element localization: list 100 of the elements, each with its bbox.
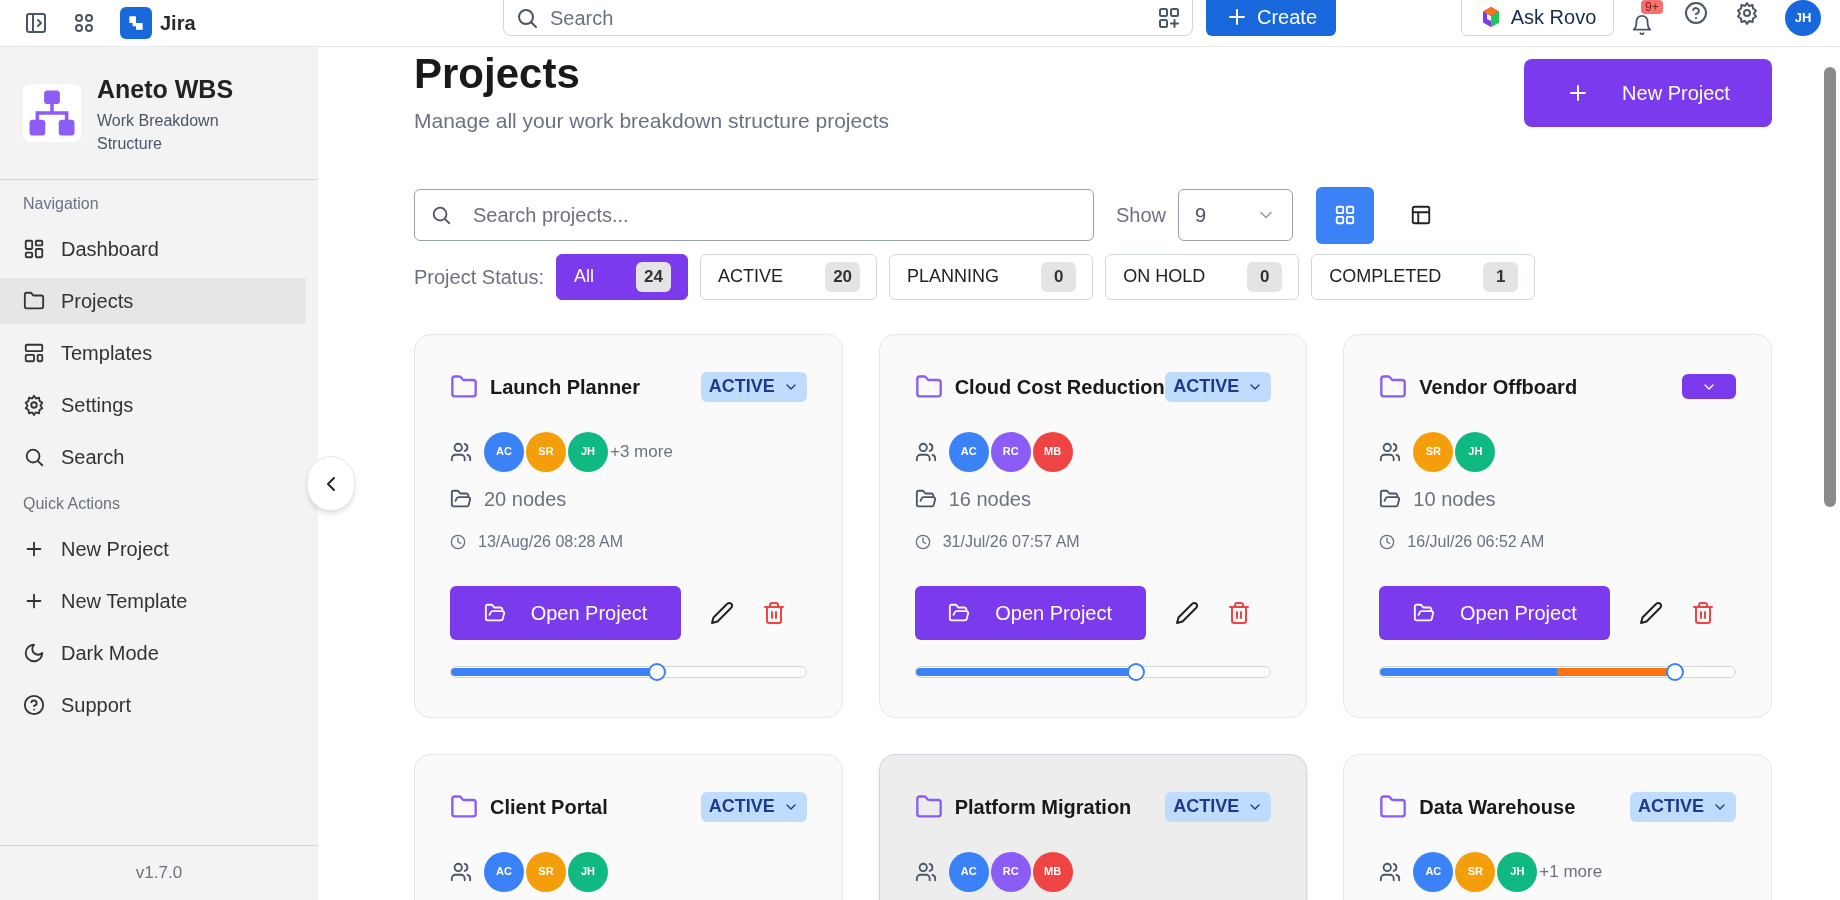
grid-view-toggle[interactable] bbox=[1316, 186, 1375, 244]
node-count: 20 nodes bbox=[484, 486, 567, 512]
folder-icon bbox=[1412, 601, 1435, 624]
search-icon bbox=[23, 446, 45, 468]
status-filter-chip[interactable]: COMPLETED 1 bbox=[1311, 253, 1536, 300]
status-filter-chip[interactable]: ON HOLD 0 bbox=[1105, 253, 1300, 300]
sidebar-item[interactable]: Dashboard bbox=[0, 226, 306, 272]
page-subtitle: Manage all your work breakdown structure projects bbox=[414, 108, 890, 134]
more-members-label: +3 more bbox=[610, 440, 673, 463]
ask-rovo-button[interactable]: Ask Rovo bbox=[1461, 0, 1614, 36]
sidebar-item[interactable]: Settings bbox=[0, 382, 306, 428]
users-icon bbox=[450, 440, 472, 463]
open-project-button[interactable]: Open Project bbox=[914, 585, 1146, 640]
table-icon bbox=[1410, 204, 1433, 226]
folder-icon bbox=[1379, 372, 1408, 401]
member-avatar: JH bbox=[568, 851, 608, 892]
clock-icon bbox=[1379, 533, 1396, 550]
search-field[interactable]: Search bbox=[503, 0, 1193, 36]
slider-thumb[interactable] bbox=[1126, 662, 1145, 681]
app-name: Jira bbox=[160, 11, 196, 36]
status-filter-chip[interactable]: ACTIVE 20 bbox=[700, 253, 878, 300]
count-badge: 20 bbox=[825, 261, 861, 292]
sidebar-item[interactable]: Projects bbox=[0, 278, 306, 324]
notification-badge: 9+ bbox=[1641, 0, 1663, 14]
create-button[interactable]: Create bbox=[1206, 0, 1336, 36]
trash-icon bbox=[1226, 600, 1251, 625]
slider-thumb[interactable] bbox=[647, 662, 666, 681]
project-name: Vendor Offboard bbox=[1419, 374, 1578, 400]
users-icon bbox=[914, 440, 937, 463]
pencil-icon bbox=[710, 600, 734, 625]
moon-icon bbox=[23, 642, 45, 664]
brand-subtitle: Work Breakdown Structure bbox=[97, 110, 220, 154]
sidebar-item[interactable]: New Project bbox=[0, 526, 306, 572]
user-avatar[interactable]: JH bbox=[1785, 0, 1821, 36]
page-title: Projects bbox=[414, 49, 581, 99]
templates-icon bbox=[23, 342, 45, 364]
search-icon bbox=[515, 6, 539, 30]
open-project-button[interactable]: Open Project bbox=[450, 585, 681, 640]
scrollbar[interactable] bbox=[1824, 67, 1836, 507]
open-project-button[interactable]: Open Project bbox=[1379, 585, 1611, 640]
status-filter-chip[interactable]: PLANNING 0 bbox=[889, 253, 1094, 300]
status-dropdown[interactable] bbox=[1682, 374, 1736, 399]
folder-icon bbox=[483, 601, 506, 624]
count-badge: 0 bbox=[1041, 261, 1077, 292]
more-members-label: +1 more bbox=[1539, 860, 1603, 883]
member-avatar: AC bbox=[948, 851, 989, 892]
folder-icon bbox=[1379, 487, 1402, 510]
progress-slider[interactable] bbox=[450, 665, 807, 678]
progress-slider[interactable] bbox=[1379, 665, 1736, 678]
folder-icon bbox=[914, 372, 943, 401]
pencil-icon bbox=[1174, 600, 1199, 625]
folder-icon bbox=[23, 290, 45, 312]
member-avatar: SR bbox=[1413, 431, 1454, 472]
slider-thumb[interactable] bbox=[1665, 662, 1684, 681]
project-name: Data Warehouse bbox=[1419, 794, 1576, 820]
sidebar-item[interactable]: Support bbox=[0, 682, 306, 728]
member-avatar: SR bbox=[1455, 851, 1496, 892]
sidebar-item[interactable]: Dark Mode bbox=[0, 630, 306, 676]
trash-icon bbox=[762, 600, 786, 625]
member-avatar: AC bbox=[484, 431, 524, 472]
node-count: 10 nodes bbox=[1413, 486, 1496, 512]
status-dropdown[interactable]: ACTIVE bbox=[700, 791, 807, 822]
sidebar-item[interactable]: Templates bbox=[0, 330, 306, 376]
project-name: Client Portal bbox=[490, 794, 608, 820]
new-project-button[interactable]: New Project bbox=[1524, 59, 1772, 127]
users-icon bbox=[1379, 440, 1402, 463]
progress-slider[interactable] bbox=[914, 665, 1272, 678]
member-avatar: MB bbox=[1032, 431, 1073, 472]
section-heading: Quick Actions bbox=[22, 494, 121, 514]
help-icon bbox=[23, 694, 45, 716]
count-badge: 24 bbox=[636, 261, 672, 292]
folder-icon bbox=[450, 792, 478, 821]
status-dropdown[interactable]: ACTIVE bbox=[700, 371, 807, 402]
member-avatar: JH bbox=[1497, 851, 1538, 892]
grid-icon bbox=[1334, 204, 1357, 226]
status-dropdown[interactable]: ACTIVE bbox=[1629, 791, 1736, 822]
project-name: Platform Migration bbox=[954, 794, 1132, 820]
count-badge: 1 bbox=[1483, 261, 1519, 292]
folder-icon bbox=[914, 792, 943, 821]
folder-icon bbox=[450, 487, 472, 510]
status-filter-chip[interactable]: All 24 bbox=[556, 253, 689, 300]
member-avatar: AC bbox=[484, 851, 524, 892]
member-avatar: RC bbox=[990, 431, 1031, 472]
grid-plus-icon bbox=[1157, 6, 1181, 30]
jira-logo-icon bbox=[120, 7, 152, 39]
trash-icon bbox=[1691, 600, 1716, 625]
member-avatar: RC bbox=[990, 851, 1031, 892]
users-icon bbox=[450, 860, 472, 883]
search-projects-field[interactable]: Search projects... bbox=[414, 189, 1094, 241]
page-size-select[interactable]: 9 bbox=[1178, 189, 1294, 241]
brand-title: Aneto WBS bbox=[97, 74, 235, 106]
sidebar-item[interactable]: Search bbox=[0, 434, 306, 480]
status-filter-label: Project Status: bbox=[414, 264, 545, 290]
status-dropdown[interactable]: ACTIVE bbox=[1165, 791, 1272, 822]
sidebar-item[interactable]: New Template bbox=[0, 578, 306, 624]
users-icon bbox=[1379, 860, 1402, 883]
member-avatar: MB bbox=[1032, 851, 1073, 892]
version-label: v1.7.0 bbox=[135, 862, 183, 885]
node-count: 16 nodes bbox=[948, 486, 1031, 512]
status-dropdown[interactable]: ACTIVE bbox=[1165, 371, 1272, 402]
